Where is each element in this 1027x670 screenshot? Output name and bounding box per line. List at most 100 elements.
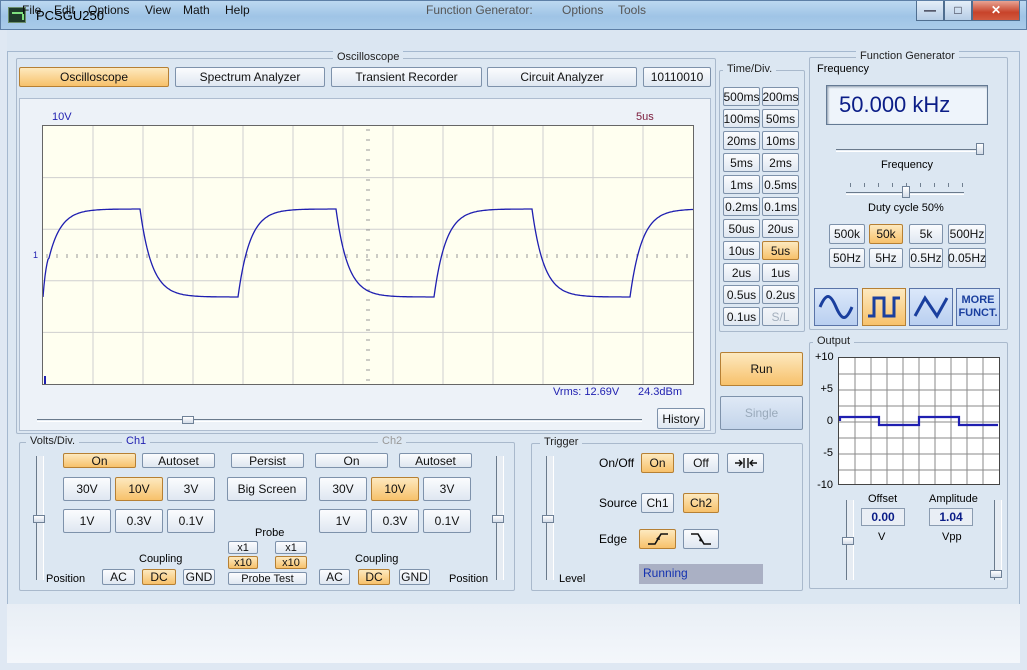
ch2-probe-x1[interactable]: x1 <box>275 541 307 554</box>
range-500hz-button[interactable]: 500Hz <box>948 224 986 244</box>
ch2-coupling-dc[interactable]: DC <box>358 569 390 585</box>
ch2-probe-x10[interactable]: x10 <box>275 556 307 569</box>
ch2-coupling-gnd[interactable]: GND <box>399 569 430 585</box>
single-button[interactable]: Single <box>720 396 803 430</box>
menu-tools[interactable]: Tools <box>618 3 646 17</box>
trigger-level-thumb[interactable] <box>542 515 554 523</box>
ch1-volts-01v-button[interactable]: 0.1V <box>167 509 215 533</box>
big-screen-button[interactable]: Big Screen <box>227 477 307 501</box>
tab-circuit-analyzer[interactable]: Circuit Analyzer <box>487 67 637 87</box>
persist-button[interactable]: Persist <box>231 453 304 468</box>
timediv-5us-button[interactable]: 5us <box>762 241 799 260</box>
tab-oscilloscope[interactable]: Oscilloscope <box>19 67 169 87</box>
offset-slider-thumb[interactable] <box>842 537 854 545</box>
range-005hz-button[interactable]: 0.05Hz <box>948 248 986 268</box>
ch2-volts-01v-button[interactable]: 0.1V <box>423 509 471 533</box>
offset-value[interactable]: 0.00 <box>861 508 905 526</box>
triangle-wave-button[interactable] <box>909 288 953 326</box>
ch2-volts-10v-button[interactable]: 10V <box>371 477 419 501</box>
maximize-button[interactable]: □ <box>944 1 972 21</box>
amplitude-slider-thumb[interactable] <box>990 570 1002 578</box>
menu-view[interactable]: View <box>145 3 171 17</box>
frequency-slider[interactable] <box>836 149 983 152</box>
duty-cycle-thumb[interactable] <box>902 186 910 198</box>
ch2-volts-3v-button[interactable]: 3V <box>423 477 471 501</box>
ch1-probe-x1[interactable]: x1 <box>228 541 258 554</box>
timediv-50us-button[interactable]: 50us <box>723 219 760 238</box>
ch1-volts-10v-button[interactable]: 10V <box>115 477 163 501</box>
timediv-2ms-button[interactable]: 2ms <box>762 153 799 172</box>
range-5hz-button[interactable]: 5Hz <box>869 248 903 268</box>
ch1-volts-3v-button[interactable]: 3V <box>167 477 215 501</box>
sine-wave-button[interactable] <box>814 288 858 326</box>
ch1-volts-1v-button[interactable]: 1V <box>63 509 111 533</box>
ch2-position-thumb[interactable] <box>492 515 504 523</box>
timediv-sl-button[interactable]: S/L <box>762 307 799 326</box>
ch2-volts-03v-button[interactable]: 0.3V <box>371 509 419 533</box>
frequency-slider-thumb[interactable] <box>976 143 984 155</box>
square-wave-button[interactable] <box>862 288 906 326</box>
range-50hz-button[interactable]: 50Hz <box>829 248 865 268</box>
trigger-source-ch1[interactable]: Ch1 <box>641 493 674 513</box>
timediv-05us-button[interactable]: 0.5us <box>723 285 760 304</box>
menu-edit[interactable]: Edit <box>54 3 75 17</box>
timediv-10ms-button[interactable]: 10ms <box>762 131 799 150</box>
timediv-05ms-button[interactable]: 0.5ms <box>762 175 799 194</box>
trigger-on-button[interactable]: On <box>641 453 674 473</box>
ch1-coupling-ac[interactable]: AC <box>102 569 135 585</box>
trigger-off-button[interactable]: Off <box>683 453 719 473</box>
ch1-probe-x10[interactable]: x10 <box>228 556 258 569</box>
horizontal-position-slider[interactable] <box>37 419 642 422</box>
ch2-autoset-button[interactable]: Autoset <box>399 453 472 468</box>
horizontal-position-thumb[interactable] <box>182 416 194 424</box>
timediv-01us-button[interactable]: 0.1us <box>723 307 760 326</box>
ch2-volts-30v-button[interactable]: 30V <box>319 477 367 501</box>
probe-test-button[interactable]: Probe Test <box>228 572 307 585</box>
timediv-20ms-button[interactable]: 20ms <box>723 131 760 150</box>
timediv-500ms-button[interactable]: 500ms <box>723 87 760 106</box>
timediv-5ms-button[interactable]: 5ms <box>723 153 760 172</box>
menu-file[interactable]: File <box>22 3 41 17</box>
ch1-on-button[interactable]: On <box>63 453 136 468</box>
more-functions-button[interactable]: MORE FUNCT. <box>956 288 1000 326</box>
timediv-02ms-button[interactable]: 0.2ms <box>723 197 760 216</box>
amplitude-value[interactable]: 1.04 <box>929 508 973 526</box>
run-button[interactable]: Run <box>720 352 803 386</box>
range-50k-button[interactable]: 50k <box>869 224 903 244</box>
trigger-center-button[interactable] <box>727 453 764 473</box>
range-5k-button[interactable]: 5k <box>909 224 943 244</box>
range-05hz-button[interactable]: 0.5Hz <box>909 248 943 268</box>
close-button[interactable]: ✕ <box>972 1 1020 21</box>
ch1-autoset-button[interactable]: Autoset <box>142 453 215 468</box>
timediv-100ms-button[interactable]: 100ms <box>723 109 760 128</box>
trigger-falling-edge-button[interactable] <box>683 529 719 549</box>
tab-transient-recorder[interactable]: Transient Recorder <box>331 67 482 87</box>
ch1-volts-03v-button[interactable]: 0.3V <box>115 509 163 533</box>
timediv-200ms-button[interactable]: 200ms <box>762 87 799 106</box>
menu-help[interactable]: Help <box>225 3 250 17</box>
ch1-position-thumb[interactable] <box>33 515 45 523</box>
tab-spectrum-analyzer[interactable]: Spectrum Analyzer <box>175 67 325 87</box>
tab-logic-analyzer[interactable]: 10110010 <box>643 67 711 87</box>
trigger-source-ch2[interactable]: Ch2 <box>683 493 719 513</box>
ch2-coupling-ac[interactable]: AC <box>319 569 350 585</box>
timediv-20us-button[interactable]: 20us <box>762 219 799 238</box>
trigger-rising-edge-button[interactable] <box>639 529 676 549</box>
history-button[interactable]: History <box>657 408 705 429</box>
timediv-01ms-button[interactable]: 0.1ms <box>762 197 799 216</box>
timediv-1us-button[interactable]: 1us <box>762 263 799 282</box>
menu-math[interactable]: Math <box>183 3 210 17</box>
timediv-10us-button[interactable]: 10us <box>723 241 760 260</box>
ch2-on-button[interactable]: On <box>315 453 388 468</box>
timediv-1ms-button[interactable]: 1ms <box>723 175 760 194</box>
menu-options[interactable]: Options <box>88 3 129 17</box>
ch1-coupling-dc[interactable]: DC <box>142 569 176 585</box>
ch1-coupling-gnd[interactable]: GND <box>183 569 215 585</box>
timediv-02us-button[interactable]: 0.2us <box>762 285 799 304</box>
menu-fg-options[interactable]: Options <box>562 3 603 17</box>
ch2-volts-1v-button[interactable]: 1V <box>319 509 367 533</box>
timediv-2us-button[interactable]: 2us <box>723 263 760 282</box>
minimize-button[interactable]: — <box>916 1 944 21</box>
ch1-volts-30v-button[interactable]: 30V <box>63 477 111 501</box>
timediv-50ms-button[interactable]: 50ms <box>762 109 799 128</box>
